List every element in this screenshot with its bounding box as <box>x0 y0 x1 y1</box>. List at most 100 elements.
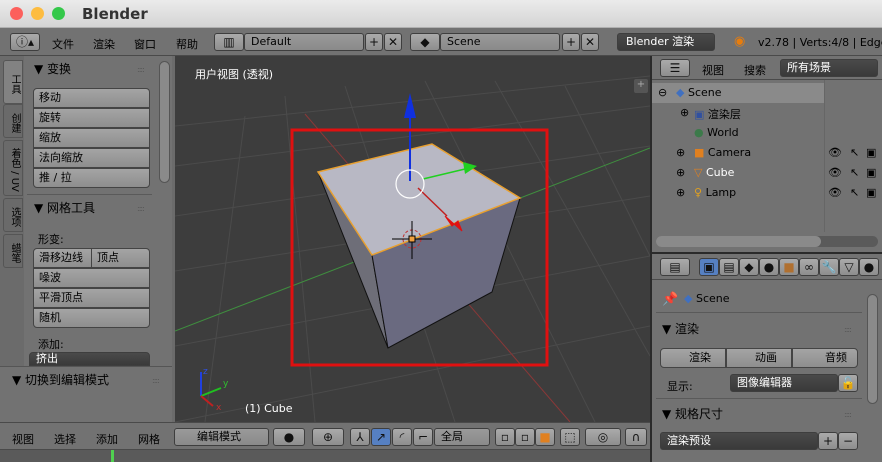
push-pull-button[interactable]: 推 / 拉 <box>33 168 150 188</box>
transform-panel-header[interactable]: ▼ 变换 <box>34 60 71 77</box>
menu-outliner-view[interactable]: 视图 <box>702 62 724 78</box>
list-item[interactable]: ▽ Cube <box>694 166 734 179</box>
remove-layout-button[interactable]: ✕ <box>384 33 402 51</box>
menu-file[interactable]: 文件 <box>52 36 74 52</box>
menu-add[interactable]: 添加 <box>96 431 118 447</box>
tab-options[interactable]: 选项 <box>3 198 23 232</box>
scene-icon-button[interactable]: ◆ <box>410 33 440 51</box>
toolshelf-scrollbar[interactable] <box>159 61 170 183</box>
rotate-button[interactable]: 旋转 <box>33 108 150 128</box>
edge-select-mode-button[interactable]: ▫ <box>515 428 535 446</box>
render-camera-icon[interactable]: ▣ <box>866 166 876 179</box>
manipulator-toggle[interactable]: ⅄ <box>350 428 370 446</box>
animation-button[interactable]: 动画 <box>726 348 792 368</box>
layout-icon-button[interactable]: ▥ <box>214 33 244 51</box>
world-tab-icon[interactable]: ● <box>759 258 779 276</box>
transform-orientation-select[interactable]: 全局 <box>434 428 490 446</box>
scene-tab-icon[interactable]: ◆ <box>739 258 759 276</box>
maximize-window-button[interactable] <box>52 7 65 20</box>
menu-select[interactable]: 选择 <box>54 431 76 447</box>
visibility-eye-icon[interactable]: 👁 <box>828 166 842 179</box>
scale-manipulator-button[interactable]: ⌐ <box>413 428 433 446</box>
add-preset-button[interactable]: + <box>818 432 838 450</box>
extrude-select[interactable]: 挤出 <box>29 352 150 366</box>
toggle-properties-button[interactable]: + <box>634 79 648 93</box>
face-select-mode-button[interactable]: ■ <box>535 428 555 446</box>
audio-button[interactable]: 音频 <box>792 348 858 368</box>
render-tab-icon[interactable]: ▣ <box>699 258 719 276</box>
display-filter-select[interactable]: 所有场景 <box>780 59 878 77</box>
limit-selection-button[interactable]: ⬚ <box>560 428 580 446</box>
current-frame-indicator[interactable] <box>111 450 114 462</box>
expand-icon[interactable]: ⊕ <box>676 186 685 199</box>
render-camera-icon[interactable]: ▣ <box>866 186 876 199</box>
add-scene-button[interactable]: + <box>562 33 580 51</box>
material-tab-icon[interactable]: ● <box>859 258 879 276</box>
drag-grip-icon[interactable]: :::: <box>844 325 852 334</box>
data-tab-icon[interactable]: ▽ <box>839 258 859 276</box>
list-item[interactable]: ● World <box>694 126 739 139</box>
render-preset-select[interactable]: 渲染预设 <box>660 432 818 450</box>
edge-slide-button[interactable]: 滑移边线 <box>33 248 92 268</box>
render-layers-tab-icon[interactable]: ▤ <box>719 258 739 276</box>
z-gizmo-arrow-icon[interactable] <box>404 93 416 118</box>
snap-toggle[interactable]: ∩ <box>625 428 647 446</box>
pin-icon[interactable]: 📌 <box>662 292 678 307</box>
menu-help[interactable]: 帮助 <box>176 36 198 52</box>
outliner-scrollbar[interactable] <box>656 236 878 247</box>
tab-tools[interactable]: 工具 <box>3 60 23 104</box>
vertex-select-mode-button[interactable]: ▫ <box>495 428 515 446</box>
expand-icon[interactable]: ⊕ <box>680 106 689 119</box>
collapse-icon[interactable]: ⊖ <box>658 86 667 99</box>
pivot-point-select[interactable]: ⊕ <box>312 428 344 446</box>
render-camera-icon[interactable]: ▣ <box>866 146 876 159</box>
scale-button[interactable]: 缩放 <box>33 128 150 148</box>
editor-type-outliner-button[interactable]: ☰ <box>660 59 690 77</box>
randomize-button[interactable]: 随机 <box>33 308 150 328</box>
remove-scene-button[interactable]: ✕ <box>581 33 599 51</box>
layout-field[interactable]: Default <box>244 33 364 51</box>
list-item[interactable]: ◆ Scene <box>676 86 722 99</box>
drag-grip-icon[interactable]: :::: <box>137 65 145 74</box>
mode-select[interactable]: 编辑模式 <box>174 428 269 446</box>
proportional-edit-select[interactable]: ◎ <box>585 428 621 446</box>
list-item[interactable]: ♀ Lamp <box>694 186 736 199</box>
select-cursor-icon[interactable]: ↖ <box>850 166 859 179</box>
remove-preset-button[interactable]: − <box>838 432 858 450</box>
menu-window[interactable]: 窗口 <box>134 36 156 52</box>
timeline[interactable] <box>0 450 650 462</box>
render-button[interactable]: 渲染 <box>660 348 726 368</box>
tab-create[interactable]: 创建 <box>3 104 23 138</box>
render-panel-header[interactable]: ▼ 渲染 <box>662 320 699 337</box>
render-engine-select[interactable]: Blender 渲染 <box>617 33 715 51</box>
smooth-vertex-button[interactable]: 平滑顶点 <box>33 288 150 308</box>
list-item[interactable]: ■ Camera <box>694 146 751 159</box>
expand-icon[interactable]: ⊕ <box>676 166 685 179</box>
constraints-tab-icon[interactable]: ∞ <box>799 258 819 276</box>
display-select[interactable]: 图像编辑器 <box>730 374 838 392</box>
modifiers-tab-icon[interactable]: 🔧 <box>819 258 839 276</box>
properties-scrollbar[interactable] <box>867 294 878 404</box>
list-item[interactable]: ▣ 渲染层 <box>694 106 741 122</box>
menu-render[interactable]: 渲染 <box>93 36 115 52</box>
select-cursor-icon[interactable]: ↖ <box>850 186 859 199</box>
vertex-slide-button[interactable]: 顶点 <box>91 248 150 268</box>
drag-grip-icon[interactable]: :::: <box>152 376 160 385</box>
translate-manipulator-button[interactable]: ↗ <box>371 428 391 446</box>
add-layout-button[interactable]: + <box>365 33 383 51</box>
expand-icon[interactable]: ⊕ <box>676 146 685 159</box>
lock-icon[interactable]: 🔓 <box>838 374 858 392</box>
tab-shading-uv[interactable]: 着色 / UV <box>3 140 23 196</box>
menu-view[interactable]: 视图 <box>12 431 34 447</box>
drag-grip-icon[interactable]: :::: <box>844 410 852 419</box>
close-window-button[interactable] <box>10 7 23 20</box>
scene-field[interactable]: Scene <box>440 33 560 51</box>
rotate-manipulator-button[interactable]: ◜ <box>392 428 412 446</box>
menu-outliner-search[interactable]: 搜索 <box>744 62 766 78</box>
tab-grease-pencil[interactable]: 蜡笔 <box>3 234 23 268</box>
mesh-tools-panel-header[interactable]: ▼ 网格工具 <box>34 199 95 216</box>
menu-mesh[interactable]: 网格 <box>138 431 160 447</box>
minimize-window-button[interactable] <box>31 7 44 20</box>
noise-button[interactable]: 噪波 <box>33 268 150 288</box>
dimensions-panel-header[interactable]: ▼ 规格尺寸 <box>662 405 723 422</box>
